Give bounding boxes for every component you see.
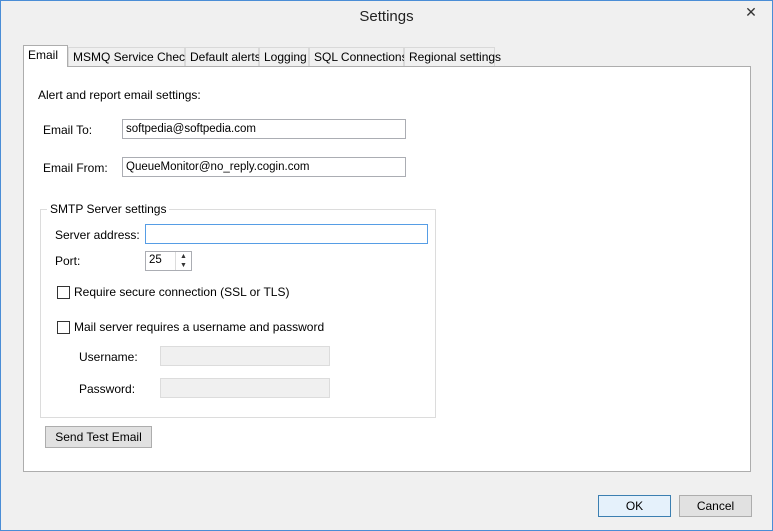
smtp-server-group: SMTP Server settings Server address: Por… [40, 202, 436, 418]
email-from-label: Email From: [43, 161, 108, 175]
auth-required-checkbox[interactable] [57, 321, 70, 334]
server-address-field[interactable] [145, 224, 428, 244]
settings-window: Settings ✕ Email MSMQ Service Check Defa… [0, 0, 773, 531]
close-icon[interactable]: ✕ [736, 2, 766, 22]
server-address-label: Server address: [55, 228, 140, 242]
username-label: Username: [79, 350, 138, 364]
email-from-field[interactable] [122, 157, 406, 177]
port-stepper[interactable]: 25 ▲ ▼ [145, 251, 192, 271]
tab-default-alerts[interactable]: Default alerts [185, 47, 261, 66]
tab-email[interactable]: Email [23, 45, 68, 67]
email-tab-panel: Alert and report email settings: Email T… [23, 66, 751, 472]
password-field[interactable] [160, 378, 330, 398]
tab-regional-settings[interactable]: Regional settings [404, 47, 501, 66]
spin-down-icon[interactable]: ▼ [176, 261, 191, 270]
email-to-label: Email To: [43, 123, 93, 137]
email-settings-heading: Alert and report email settings: [38, 88, 201, 102]
port-stepper-arrows: ▲ ▼ [175, 252, 191, 270]
secure-connection-checkbox[interactable] [57, 286, 70, 299]
email-to-field[interactable] [122, 119, 406, 139]
smtp-group-title: SMTP Server settings [47, 202, 170, 216]
username-field[interactable] [160, 346, 330, 366]
port-label: Port: [55, 254, 81, 268]
cancel-button[interactable]: Cancel [679, 495, 752, 517]
send-test-email-button[interactable]: Send Test Email [45, 426, 152, 448]
spin-up-icon[interactable]: ▲ [176, 252, 191, 261]
secure-connection-label[interactable]: Require secure connection (SSL or TLS) [74, 285, 289, 299]
password-label: Password: [79, 382, 136, 396]
ok-button[interactable]: OK [598, 495, 671, 517]
auth-required-label[interactable]: Mail server requires a username and pass… [74, 320, 324, 334]
port-value[interactable]: 25 [149, 254, 162, 266]
tab-logging[interactable]: Logging [259, 47, 309, 66]
tab-sql-connections[interactable]: SQL Connections [309, 47, 408, 66]
tab-msmq-service-check[interactable]: MSMQ Service Check [68, 47, 191, 66]
title-bar: Settings ✕ [1, 1, 772, 32]
window-title: Settings [359, 8, 414, 25]
